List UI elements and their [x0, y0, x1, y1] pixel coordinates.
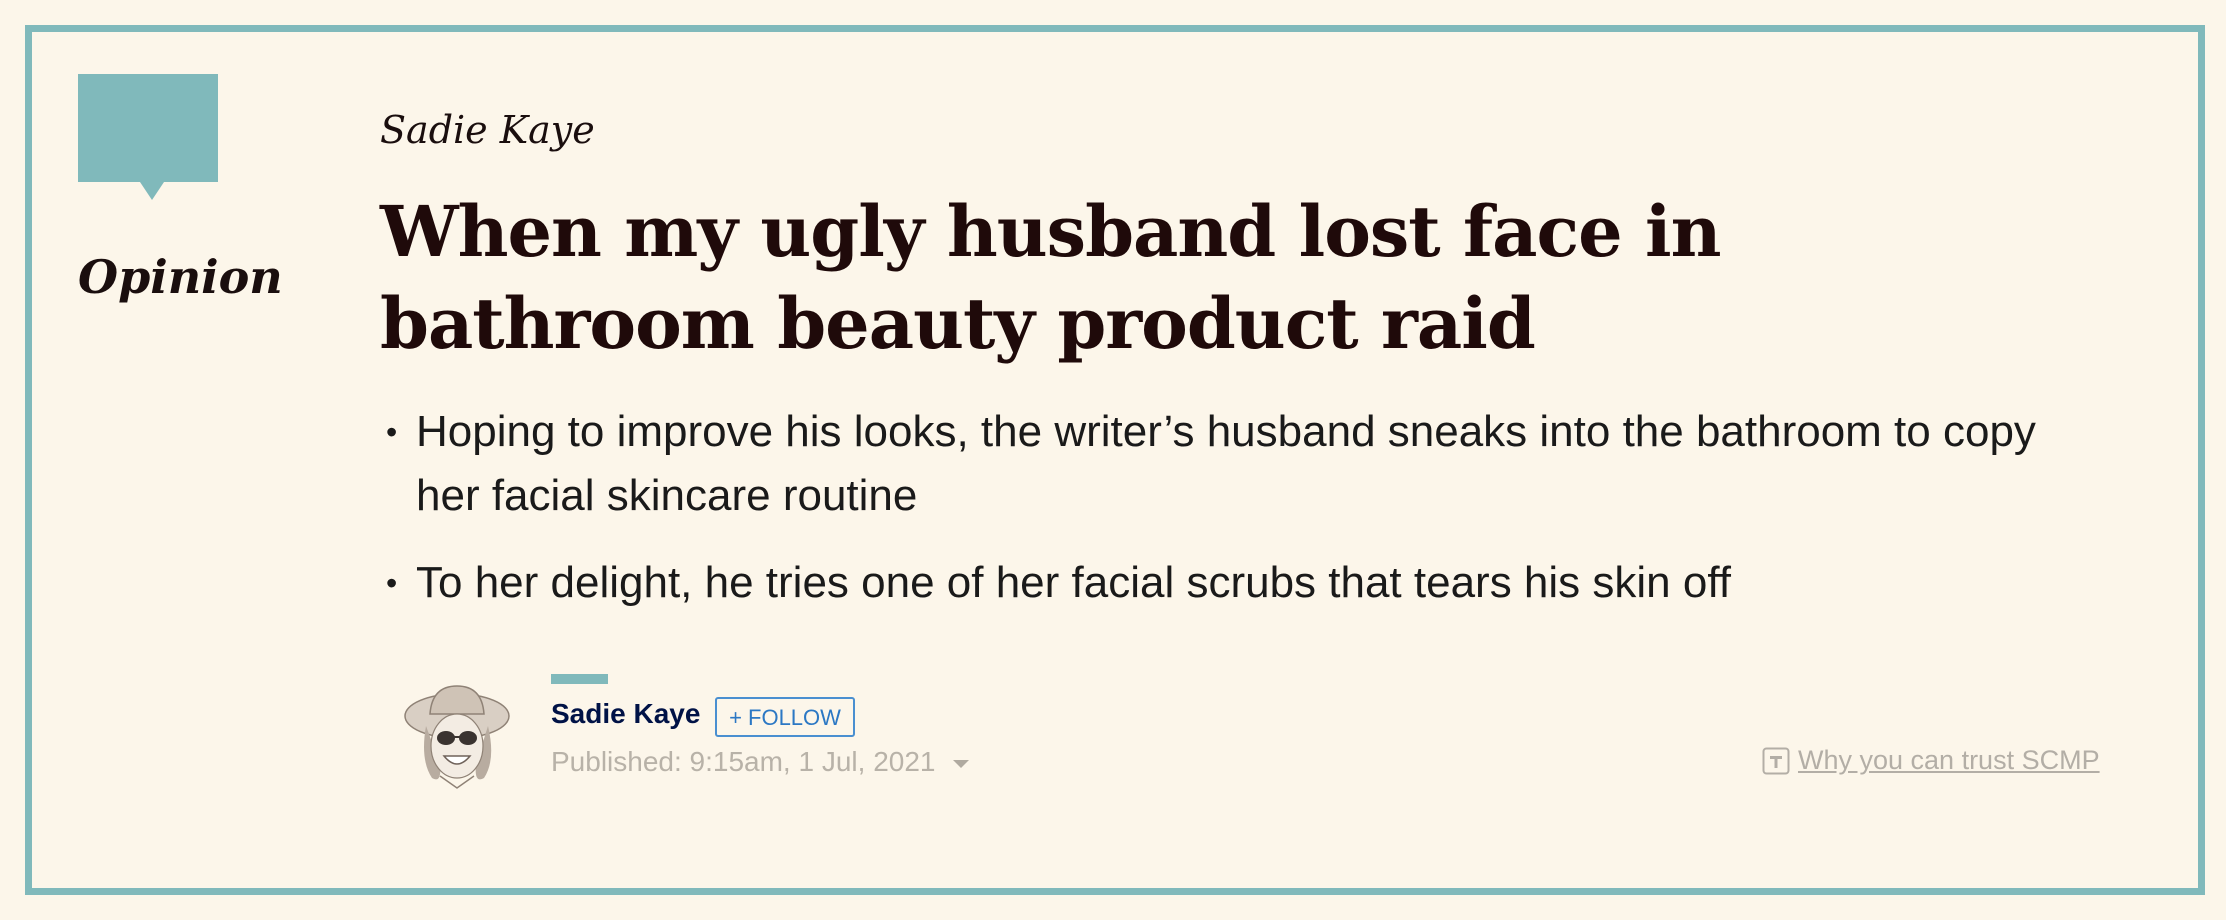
author-accent-bar [551, 674, 608, 684]
chevron-down-icon[interactable] [953, 760, 970, 768]
column-kicker[interactable]: Sadie Kaye [380, 108, 595, 152]
summary-text: Hoping to improve his looks, the writer’… [416, 407, 2036, 520]
author-avatar[interactable] [402, 680, 512, 790]
author-name[interactable]: Sadie Kaye [551, 698, 700, 730]
bullet-icon: • [386, 414, 398, 450]
trust-link[interactable]: Why you can trust SCMP [1798, 745, 2100, 776]
summary-item: • To her delight, he tries one of her fa… [380, 551, 2080, 615]
summary-item: • Hoping to improve his looks, the write… [380, 400, 2080, 528]
summary-text: To her delight, he tries one of her faci… [416, 558, 1731, 607]
opinion-speech-bubble-icon [78, 74, 218, 182]
bullet-icon: • [386, 565, 398, 601]
trust-t-icon [1762, 747, 1790, 774]
article-headline: When my ugly husband lost face in bathro… [380, 190, 1721, 365]
publish-date: Published: 9:15am, 1 Jul, 2021 [551, 746, 936, 777]
trust-link-row[interactable]: Why you can trust SCMP [1762, 745, 2100, 776]
section-label[interactable]: Opinion [78, 250, 283, 304]
speech-bubble-tail [140, 182, 164, 200]
article-summary: • Hoping to improve his looks, the write… [380, 400, 2080, 638]
publish-date-row: Published: 9:15am, 1 Jul, 2021 [551, 746, 970, 778]
follow-button[interactable]: + FOLLOW [715, 697, 855, 737]
